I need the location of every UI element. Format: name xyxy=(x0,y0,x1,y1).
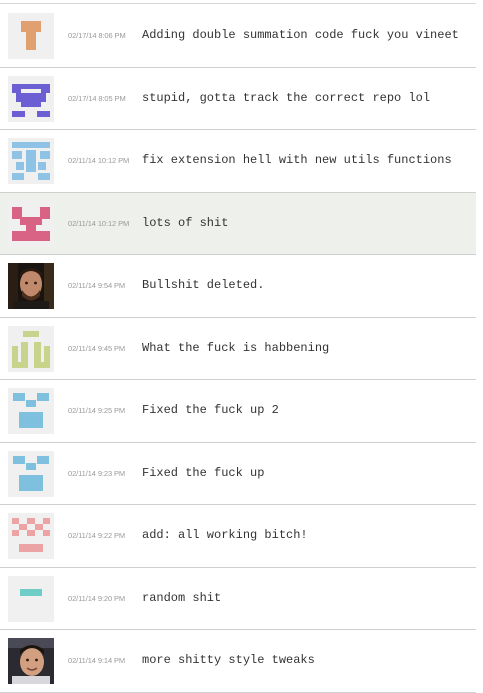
commit-row[interactable]: 02/11/14 9:45 PM What the fuck is habben… xyxy=(0,317,476,380)
commit-timestamp: 02/17/14 8:06 PM xyxy=(68,31,126,40)
commit-timestamp: 02/11/14 9:20 PM xyxy=(68,593,126,603)
commit-timestamp: 02/11/14 9:14 PM xyxy=(68,656,126,665)
user-photo-icon[interactable] xyxy=(8,638,54,684)
commit-message[interactable]: What the fuck is habbening xyxy=(142,341,329,355)
commit-row[interactable]: 02/11/14 9:54 PM Bullshit deleted. xyxy=(0,255,476,318)
commit-row[interactable]: 02/11/14 9:25 PM Fixed the fuck up 2 xyxy=(0,380,476,443)
commit-row[interactable]: 02/11/14 9:23 PM Fixed the fuck up xyxy=(0,442,476,505)
commit-row[interactable]: 02/11/14 9:14 PM more shitty style tweak… xyxy=(0,630,476,693)
identicon-teal-icon[interactable] xyxy=(8,575,54,622)
identicon-pink-icon[interactable] xyxy=(8,200,54,247)
top-divider xyxy=(0,0,476,4)
identicon-blue-icon[interactable] xyxy=(8,388,54,434)
identicon-purple-icon[interactable] xyxy=(8,75,54,122)
commit-message[interactable]: Bullshit deleted. xyxy=(142,278,264,292)
commit-row[interactable]: 02/11/14 9:22 PM add: all working bitch! xyxy=(0,505,476,568)
user-photo-icon[interactable] xyxy=(8,263,54,309)
commit-message[interactable]: Fixed the fuck up xyxy=(142,466,264,480)
commit-row[interactable]: 02/11/14 9:20 PM random shit xyxy=(0,567,476,630)
commit-message[interactable]: Adding double summation code fuck you vi… xyxy=(142,28,459,42)
identicon-salmon-icon[interactable] xyxy=(8,513,54,559)
commit-message[interactable]: more shitty style tweaks xyxy=(142,653,315,667)
commit-timestamp: 02/11/14 9:23 PM xyxy=(68,468,126,478)
commit-message[interactable]: add: all working bitch! xyxy=(142,528,308,542)
commit-timestamp: 02/11/14 9:22 PM xyxy=(68,531,126,540)
commit-timestamp: 02/11/14 9:54 PM xyxy=(68,281,126,290)
commit-message[interactable]: fix extension hell with new utils functi… xyxy=(142,153,452,167)
commit-message[interactable]: stupid, gotta track the correct repo lol xyxy=(142,91,430,105)
commit-message[interactable]: random shit xyxy=(142,591,221,605)
commit-row[interactable]: 02/11/14 10:12 PM fix extension hell wit… xyxy=(0,130,476,193)
commit-message[interactable]: Fixed the fuck up 2 xyxy=(142,403,279,417)
commit-timestamp: 02/17/14 8:05 PM xyxy=(68,93,126,103)
commit-timestamp: 02/11/14 10:12 PM xyxy=(68,218,130,228)
identicon-blue-icon[interactable] xyxy=(8,450,54,497)
commit-message[interactable]: lots of shit xyxy=(142,216,228,230)
commit-list: 02/17/14 8:06 PM Adding double summation… xyxy=(0,5,476,693)
commit-row[interactable]: 02/17/14 8:06 PM Adding double summation… xyxy=(0,5,476,68)
commit-timestamp: 02/11/14 9:45 PM xyxy=(68,343,126,353)
commit-timestamp: 02/11/14 9:25 PM xyxy=(68,406,126,415)
commit-timestamp: 02/11/14 10:12 PM xyxy=(68,156,130,165)
identicon-orange-t-icon[interactable] xyxy=(8,13,54,59)
identicon-olive-icon[interactable] xyxy=(8,325,54,372)
commit-row-highlighted[interactable]: 02/11/14 10:12 PM lots of shit xyxy=(0,192,476,255)
identicon-light-blue-icon[interactable] xyxy=(8,138,54,184)
commit-row[interactable]: 02/17/14 8:05 PM stupid, gotta track the… xyxy=(0,67,476,130)
